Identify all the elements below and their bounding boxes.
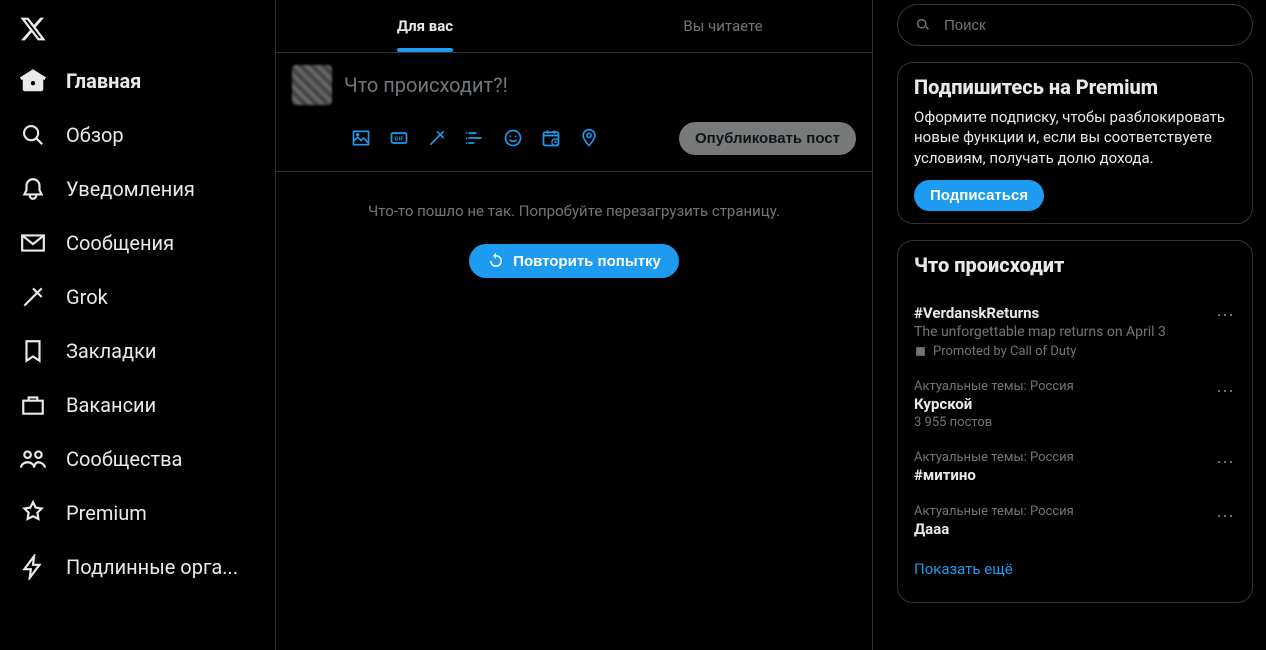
search-icon <box>20 122 46 148</box>
nav-label: Сообщества <box>66 447 182 471</box>
nav-bookmarks[interactable]: Закладки <box>8 326 267 376</box>
grok-icon <box>20 284 46 310</box>
premium-title: Подпишитесь на Premium <box>914 75 1236 99</box>
nav-premium[interactable]: Premium <box>8 488 267 538</box>
nav-verified-orgs[interactable]: Подлинные орга... <box>8 542 267 592</box>
nav-label: Подлинные орга... <box>66 555 238 579</box>
retry-button[interactable]: Повторить попытку <box>469 244 679 278</box>
show-more-link[interactable]: Показать ещё <box>898 548 1252 590</box>
trends-title: Что происходит <box>898 249 1252 285</box>
subscribe-button[interactable]: Подписаться <box>914 180 1044 211</box>
mail-icon <box>20 230 46 256</box>
promoted-icon <box>914 345 927 358</box>
trend-title: Курской <box>914 395 1236 413</box>
search-icon <box>914 16 932 34</box>
nav-home[interactable]: Главная <box>8 56 267 106</box>
trend-item[interactable]: Актуальные темы: Россия Курской 3 955 по… <box>898 369 1252 440</box>
trend-context: Актуальные темы: Россия <box>914 504 1236 519</box>
location-icon[interactable] <box>572 121 606 155</box>
premium-icon <box>20 500 46 526</box>
home-icon <box>20 68 46 94</box>
trend-promoted: Promoted by Call of Duty <box>933 344 1076 359</box>
tab-label: Вы читаете <box>683 17 762 35</box>
poll-icon[interactable] <box>458 121 492 155</box>
nav-label: Вакансии <box>66 393 156 417</box>
trend-item[interactable]: Актуальные темы: Россия Дааа ⋯ <box>898 494 1252 548</box>
svg-text:GIF: GIF <box>395 137 405 143</box>
timeline-tabs: Для вас Вы читаете <box>276 0 872 53</box>
trend-context: Актуальные темы: Россия <box>914 450 1236 465</box>
trend-title: #митино <box>914 466 1236 484</box>
tab-for-you[interactable]: Для вас <box>276 0 574 52</box>
tab-label: Для вас <box>397 17 453 35</box>
nav-grok[interactable]: Grok <box>8 272 267 322</box>
trend-item[interactable]: Актуальные темы: Россия #митино ⋯ <box>898 440 1252 494</box>
refresh-icon <box>487 252 505 270</box>
premium-card: Подпишитесь на Premium Оформите подписку… <box>897 62 1253 224</box>
nav-explore[interactable]: Обзор <box>8 110 267 160</box>
nav-jobs[interactable]: Вакансии <box>8 380 267 430</box>
premium-body: Оформите подписку, чтобы разблокировать … <box>914 107 1236 168</box>
sidebar: Главная Обзор Уведомления Сообщения Grok… <box>0 0 275 650</box>
more-icon[interactable]: ⋯ <box>1210 502 1240 532</box>
trend-count: 3 955 постов <box>914 415 1236 430</box>
right-column: Подпишитесь на Premium Оформите подписку… <box>873 0 1253 650</box>
bell-icon <box>20 176 46 202</box>
search-input[interactable] <box>944 17 1236 34</box>
nav-communities[interactable]: Сообщества <box>8 434 267 484</box>
trends-card: Что происходит #VerdanskReturns The unfo… <box>897 240 1253 603</box>
lightning-icon <box>20 554 46 580</box>
more-icon[interactable]: ⋯ <box>1210 301 1240 331</box>
emoji-icon[interactable] <box>496 121 530 155</box>
tab-following[interactable]: Вы читаете <box>574 0 872 52</box>
error-message: Что-то пошло не так. Попробуйте перезагр… <box>292 202 856 220</box>
nav-messages[interactable]: Сообщения <box>8 218 267 268</box>
avatar[interactable] <box>292 65 332 105</box>
x-logo[interactable] <box>8 4 58 54</box>
compose-toolbar: GIF <box>344 121 606 155</box>
timeline-error: Что-то пошло не так. Попробуйте перезагр… <box>276 172 872 308</box>
nav-label: Premium <box>66 501 147 525</box>
post-button[interactable]: Опубликовать пост <box>679 122 856 155</box>
nav-label: Закладки <box>66 339 156 363</box>
trend-context: Актуальные темы: Россия <box>914 379 1236 394</box>
compose-box: Что происходит?! GIF Опубликовать пост <box>276 53 872 172</box>
compose-input[interactable]: Что происходит?! <box>344 65 856 121</box>
trend-title: #VerdanskReturns <box>914 304 1236 322</box>
more-icon[interactable]: ⋯ <box>1210 377 1240 407</box>
nav-label: Grok <box>66 285 108 309</box>
communities-icon <box>20 446 46 472</box>
more-icon[interactable]: ⋯ <box>1210 448 1240 478</box>
schedule-icon[interactable] <box>534 121 568 155</box>
main-column: Для вас Вы читаете Что происходит?! GIF … <box>275 0 873 650</box>
nav-notifications[interactable]: Уведомления <box>8 164 267 214</box>
media-icon[interactable] <box>344 121 378 155</box>
gif-icon[interactable]: GIF <box>382 121 416 155</box>
trend-item[interactable]: #VerdanskReturns The unforgettable map r… <box>898 293 1252 369</box>
trend-title: Дааа <box>914 520 1236 538</box>
nav-label: Обзор <box>66 123 124 147</box>
nav-label: Главная <box>66 69 141 93</box>
search-box[interactable] <box>897 4 1253 46</box>
grok-compose-icon[interactable] <box>420 121 454 155</box>
bookmark-icon <box>20 338 46 364</box>
nav-label: Уведомления <box>66 177 195 201</box>
nav-label: Сообщения <box>66 231 174 255</box>
briefcase-icon <box>20 392 46 418</box>
trend-subtitle: The unforgettable map returns on April 3 <box>914 324 1236 340</box>
retry-label: Повторить попытку <box>513 253 661 270</box>
